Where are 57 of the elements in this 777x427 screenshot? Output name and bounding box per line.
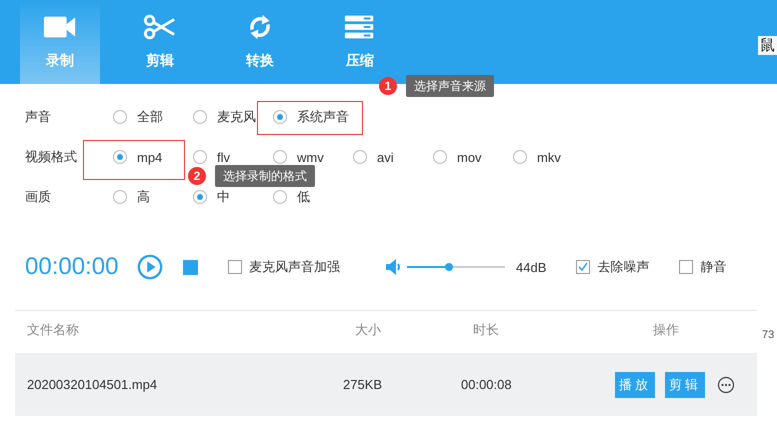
action-button[interactable]: 播放 <box>615 372 655 398</box>
radio-button[interactable] <box>193 150 207 164</box>
tooltip: 选择声音来源 <box>406 75 494 97</box>
timer-text: 00:00:00 <box>25 253 120 281</box>
radio-button[interactable] <box>113 110 127 124</box>
option-label: 高 <box>137 188 150 206</box>
table-cell-text: 275KB <box>343 377 384 392</box>
column-header: 时长 <box>472 321 500 339</box>
checkbox[interactable] <box>576 260 590 274</box>
action-button[interactable]: 剪辑 <box>665 372 705 398</box>
toolbar-tab[interactable]: 剪辑 <box>120 0 200 84</box>
radio-button[interactable] <box>273 110 287 124</box>
radio-button[interactable] <box>273 150 287 164</box>
background-text: 鼠 <box>758 36 777 55</box>
setting-label: 视频格式 <box>25 148 78 166</box>
radio-button[interactable] <box>113 150 127 164</box>
checkbox[interactable] <box>228 260 242 274</box>
speaker-icon[interactable] <box>385 258 403 276</box>
option-label: 全部 <box>137 108 163 126</box>
option-label: 系统声音 <box>297 108 349 126</box>
radio-button[interactable] <box>113 190 127 204</box>
option-label: mkv <box>537 150 561 164</box>
column-header: 大小 <box>354 321 382 339</box>
column-header: 操作 <box>652 321 679 339</box>
stop-icon[interactable] <box>183 260 198 274</box>
checkbox-label: 静音 <box>700 258 726 276</box>
radio-button[interactable] <box>193 190 207 204</box>
radio-button[interactable] <box>513 150 527 164</box>
scissors-icon <box>143 14 177 40</box>
setting-label: 声音 <box>25 108 52 126</box>
toolbar-tab[interactable]: 转换 <box>220 0 300 84</box>
radio-button[interactable] <box>433 150 447 164</box>
option-label: avi <box>377 150 394 164</box>
volume-reading: 44dB <box>516 260 546 274</box>
toolbar-tab[interactable]: 录制 <box>20 0 100 84</box>
option-label: 麦克风 <box>217 108 256 126</box>
option-label: mp4 <box>137 150 162 164</box>
option-label: wmv <box>297 150 324 164</box>
checkbox-label: 麦克风声音加强 <box>249 258 340 276</box>
video-camera-icon <box>43 14 77 40</box>
option-label: mov <box>457 150 482 164</box>
option-label: 低 <box>297 188 310 206</box>
play-icon[interactable] <box>137 254 163 280</box>
option-label: flv <box>217 150 230 164</box>
checkbox[interactable] <box>679 260 694 274</box>
table-cell-text: 00:00:08 <box>461 377 513 392</box>
option-label: 中 <box>217 188 230 206</box>
more-icon[interactable] <box>717 376 735 394</box>
tooltip: 选择录制的格式 <box>215 165 315 187</box>
radio-button[interactable] <box>273 190 287 204</box>
column-header: 文件名称 <box>26 321 80 339</box>
radio-button[interactable] <box>353 150 367 164</box>
setting-label: 画质 <box>25 188 52 206</box>
checkbox-label: 去除噪声 <box>597 258 650 276</box>
table-cell-text: 20200320104501.mp4 <box>26 377 158 392</box>
background-text: 73 <box>761 329 774 341</box>
radio-button[interactable] <box>193 110 207 124</box>
